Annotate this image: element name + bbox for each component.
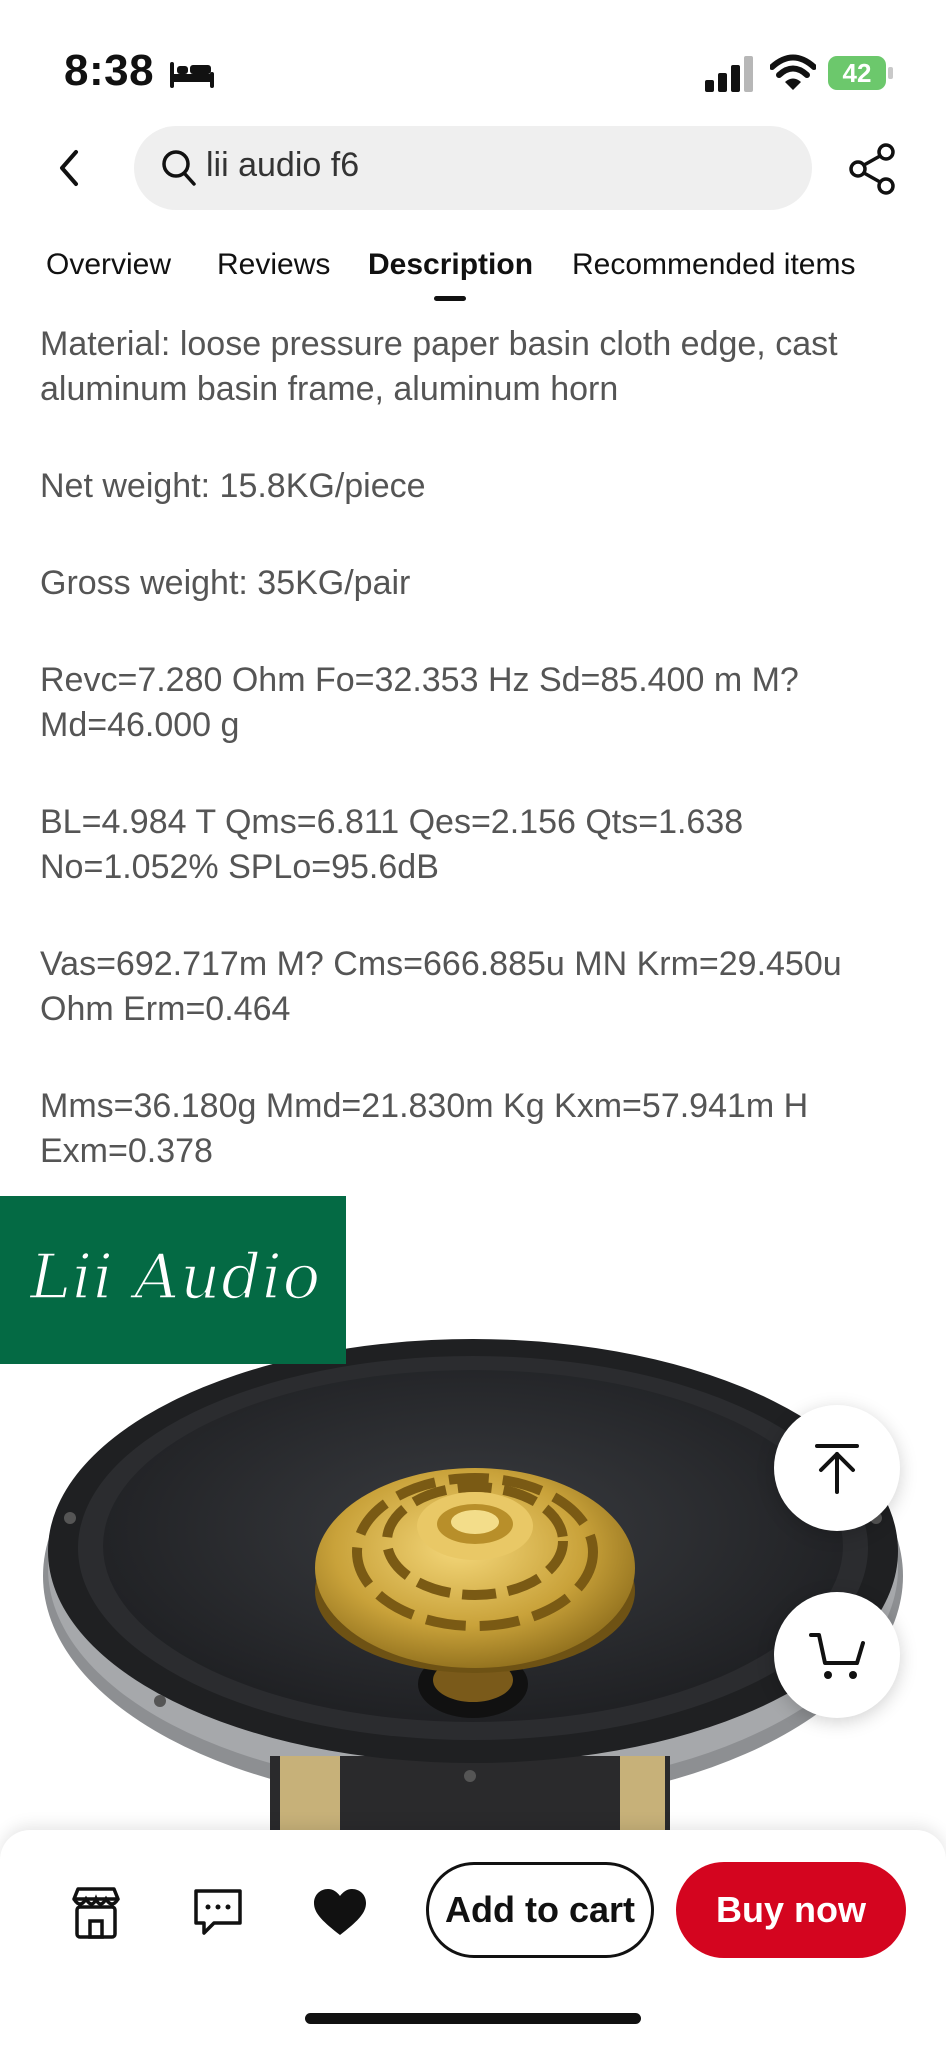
description-text: Material: loose pressure paper basin clo… xyxy=(40,322,900,1226)
tab-overview[interactable]: Overview xyxy=(46,248,171,282)
home-indicator[interactable] xyxy=(305,2013,641,2024)
brand-banner: Lii Audio xyxy=(0,1196,346,1364)
share-icon[interactable] xyxy=(846,142,900,196)
store-icon[interactable] xyxy=(68,1885,124,1941)
heart-icon[interactable] xyxy=(312,1885,368,1941)
search-input[interactable]: lii audio f6 xyxy=(134,126,812,210)
active-tab-indicator xyxy=(434,296,466,301)
search-query: lii audio f6 xyxy=(206,146,360,184)
battery-icon: 42 xyxy=(828,56,894,90)
description-paragraph: Gross weight: 35KG/pair xyxy=(40,564,411,602)
cart-button[interactable] xyxy=(774,1592,900,1718)
description-paragraph: Material: loose pressure paper basin clo… xyxy=(40,325,838,408)
tab-recommended-items[interactable]: Recommended items xyxy=(572,248,855,282)
wifi-icon xyxy=(770,54,816,90)
battery-level: 42 xyxy=(842,58,872,88)
add-to-cart-button[interactable]: Add to cart xyxy=(426,1862,654,1958)
scroll-to-top-button[interactable] xyxy=(774,1405,900,1531)
cart-icon xyxy=(809,1633,865,1679)
buy-now-button[interactable]: Buy now xyxy=(676,1862,906,1958)
back-chevron-icon[interactable] xyxy=(48,140,92,196)
bed-icon xyxy=(170,62,214,88)
description-paragraph: Revc=7.280 Ohm Fo=32.353 Hz Sd=85.400 m … xyxy=(40,661,799,744)
tab-reviews[interactable]: Reviews xyxy=(217,248,330,282)
description-paragraph: Net weight: 15.8KG/piece xyxy=(40,467,426,505)
status-time: 8:38 xyxy=(64,46,155,95)
description-paragraph: Vas=692.717m M? Cms=666.885u MN Krm=29.4… xyxy=(40,945,842,1028)
brand-logo: Lii Audio xyxy=(29,1239,322,1314)
signal-icon xyxy=(705,56,753,92)
arrow-up-to-top-icon xyxy=(815,1444,859,1494)
search-icon xyxy=(162,150,196,186)
chat-icon[interactable] xyxy=(190,1885,246,1941)
description-paragraph: BL=4.984 T Qms=6.811 Qes=2.156 Qts=1.638… xyxy=(40,803,744,886)
tab-description[interactable]: Description xyxy=(368,248,533,282)
description-paragraph: Mms=36.180g Mmd=21.830m Kg Kxm=57.941m H… xyxy=(40,1087,809,1170)
